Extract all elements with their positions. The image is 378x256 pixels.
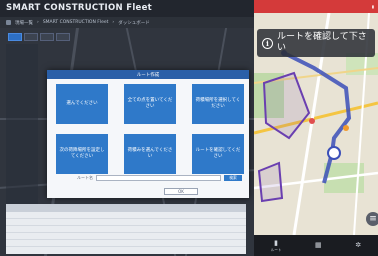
toolbar-button[interactable] [24, 33, 38, 41]
search-button[interactable]: 検索 [224, 174, 242, 181]
battery-icon: ▮ [371, 4, 374, 9]
breadcrumb-item[interactable]: ダッシュボード [118, 20, 150, 26]
layers-button[interactable]: ≡ [366, 212, 378, 226]
table-row[interactable] [6, 233, 246, 240]
ok-button[interactable]: OK [164, 188, 198, 195]
instruction-banner: i ルートを確認して下さい [257, 29, 375, 57]
navigation-map[interactable]: i ルートを確認して下さい [254, 13, 378, 235]
app-title: SMART CONSTRUCTION Fleet [6, 3, 153, 13]
table-row[interactable] [6, 226, 246, 233]
screenshot-root: SMART CONSTRUCTION Fleet 現場一覧 › SMART CO… [0, 0, 378, 256]
route-name-input[interactable] [96, 174, 221, 181]
step-tile[interactable]: 荷積場所を選択してください [192, 84, 244, 124]
layer-panel [6, 44, 38, 204]
breadcrumb-item[interactable]: 現場一覧 [15, 20, 33, 26]
poi-marker[interactable] [343, 125, 349, 131]
vehicle-table [6, 204, 246, 254]
home-icon[interactable] [6, 20, 11, 25]
info-icon: i [262, 37, 273, 49]
map-toolbar [8, 33, 70, 43]
bottom-nav: ▮ ルート ▦ ✲ [254, 235, 378, 256]
gear-icon: ✲ [355, 241, 362, 249]
status-bar: ▮ [254, 0, 378, 13]
table-header [6, 204, 246, 212]
nav-item-settings[interactable]: ✲ [355, 241, 361, 250]
poi-marker[interactable] [309, 118, 315, 124]
toolbar-button[interactable] [8, 33, 22, 41]
vehicle-marker[interactable] [327, 146, 341, 160]
step-tile[interactable]: 選んでください [56, 84, 108, 124]
banner-text: ルートを確認して下さい [277, 31, 367, 53]
grid-icon: ▦ [314, 241, 322, 249]
search-label: ルート名 [77, 174, 93, 180]
desktop-app: SMART CONSTRUCTION Fleet 現場一覧 › SMART CO… [0, 0, 254, 256]
dialog-title: ルート作成 [47, 70, 249, 79]
step-tile[interactable]: 荷積みを選んでください [124, 134, 176, 174]
step-tile[interactable]: 次の荷降場所を設定してください [56, 134, 108, 174]
breadcrumb: 現場一覧 › SMART CONSTRUCTION Fleet › ダッシュボー… [0, 17, 254, 28]
toolbar-button[interactable] [40, 33, 54, 41]
table-row[interactable] [6, 212, 246, 219]
zone-polygon [257, 161, 284, 203]
chevron-right-icon: › [37, 20, 39, 25]
mobile-app: ▮ i ルートを確認して下さい ≡ ▮ ルート ▦ ✲ [254, 0, 378, 256]
step-tile[interactable]: ルートを確認してください [192, 134, 244, 174]
book-icon: ▮ [274, 238, 278, 247]
toolbar-button[interactable] [56, 33, 70, 41]
table-row[interactable] [6, 240, 246, 247]
nav-item-route[interactable]: ▮ ルート [271, 239, 282, 253]
step-tiles: 選んでください 全ての点を置いてください 荷積場所を選択してください 次の荷降場… [56, 84, 248, 174]
breadcrumb-item[interactable]: SMART CONSTRUCTION Fleet [43, 20, 109, 25]
route-setup-dialog: ルート作成 選んでください 全ての点を置いてください 荷積場所を選択してください… [47, 70, 249, 198]
route-search-row: ルート名 検索 [77, 174, 242, 181]
step-tile[interactable]: 全ての点を置いてください [124, 84, 176, 124]
nav-label: ルート [270, 247, 282, 252]
chevron-right-icon: › [112, 20, 115, 25]
table-row[interactable] [6, 219, 246, 226]
nav-item-grid[interactable]: ▦ [315, 241, 322, 250]
